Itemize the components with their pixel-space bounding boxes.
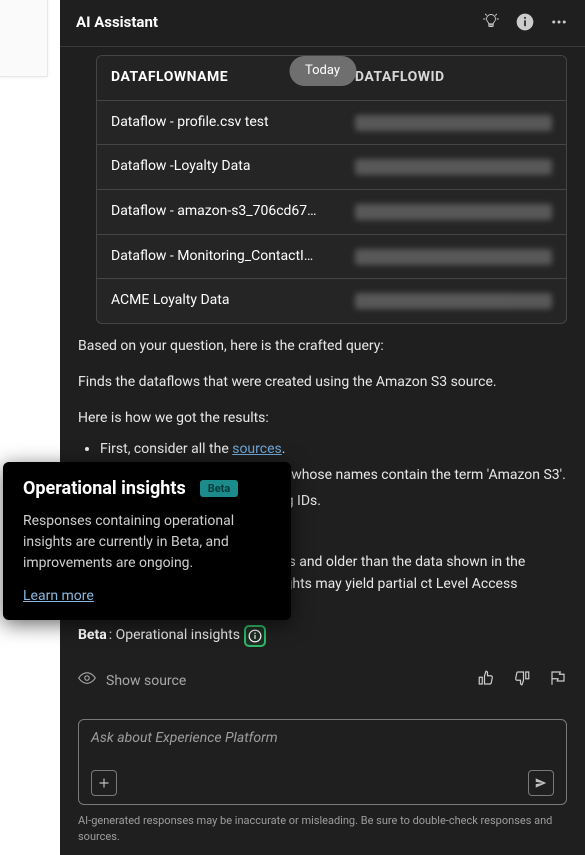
learn-more-link[interactable]: Learn more <box>23 588 94 604</box>
panel-title: AI Assistant <box>76 13 481 31</box>
popover-body: Responses containing operational insight… <box>23 511 273 574</box>
response-how-header: Here is how we got the results: <box>78 408 567 430</box>
cell-name: Dataflow - amazon-s3_706cd67… <box>97 190 341 234</box>
beta-label: Beta <box>78 625 107 647</box>
table-row[interactable]: Dataflow - Monitoring_ContactI… <box>97 235 566 280</box>
today-pill: Today <box>289 56 356 86</box>
beta-badge: Beta <box>200 480 239 497</box>
response-summary: Finds the dataflows that were created us… <box>78 372 567 394</box>
ideas-icon[interactable] <box>481 12 501 32</box>
info-icon[interactable] <box>515 12 535 32</box>
response-actions: Show source <box>78 669 567 695</box>
table-row[interactable]: Dataflow - amazon-s3_706cd67… <box>97 190 566 235</box>
header-actions <box>481 12 569 32</box>
popover-title: Operational insights <box>23 478 186 499</box>
beta-text: : Operational insights <box>109 625 240 647</box>
table-row[interactable]: Dataflow - profile.csv test <box>97 101 566 146</box>
table-row[interactable]: ACME Loyalty Data <box>97 279 566 323</box>
info-highlight-icon[interactable] <box>244 625 266 647</box>
cell-id <box>341 104 566 142</box>
more-icon[interactable] <box>549 12 569 32</box>
redacted-id <box>355 293 552 309</box>
composer[interactable]: Ask about Experience Platform <box>78 719 567 805</box>
ai-assistant-panel: AI Assistant Today DATAFLOWNAME DATAFLOW… <box>60 0 585 855</box>
response-intro: Based on your question, here is the craf… <box>78 336 567 358</box>
redacted-id <box>355 249 552 265</box>
cell-id <box>341 238 566 276</box>
thumbs-up-icon[interactable] <box>477 669 495 695</box>
flag-icon[interactable] <box>549 669 567 695</box>
cell-id <box>341 148 566 186</box>
redacted-id <box>355 115 552 131</box>
panel-header: AI Assistant <box>60 0 585 47</box>
cell-id <box>341 193 566 231</box>
cell-name: Dataflow - profile.csv test <box>97 101 341 145</box>
composer-placeholder: Ask about Experience Platform <box>91 730 554 746</box>
left-rail-fragment <box>0 0 48 77</box>
step-text: First, consider all the <box>100 441 232 457</box>
send-button[interactable] <box>528 770 554 796</box>
cell-name: ACME Loyalty Data <box>97 279 341 323</box>
table-row[interactable]: Dataflow -Loyalty Data <box>97 145 566 190</box>
beta-line: Beta: Operational insights <box>78 625 567 647</box>
show-source-button[interactable]: Show source <box>106 671 186 693</box>
attach-button[interactable] <box>91 770 117 796</box>
step-suffix: . <box>282 441 286 457</box>
cell-id <box>341 282 566 320</box>
cell-name: Dataflow -Loyalty Data <box>97 145 341 189</box>
cell-name: Dataflow - Monitoring_ContactI… <box>97 235 341 279</box>
eye-icon <box>78 669 96 695</box>
thumbs-down-icon[interactable] <box>513 669 531 695</box>
dataflow-table: DATAFLOWNAME DATAFLOWID Dataflow - profi… <box>96 55 567 324</box>
disclaimer: AI-generated responses may be inaccurate… <box>60 813 585 855</box>
sources-link[interactable]: sources <box>232 441 282 457</box>
col-header-id: DATAFLOWID <box>341 56 566 100</box>
redacted-id <box>355 159 552 175</box>
step-item: First, consider all the sources. <box>100 439 567 461</box>
redacted-id <box>355 204 552 220</box>
operational-insights-popover: Operational insights Beta Responses cont… <box>3 462 291 620</box>
